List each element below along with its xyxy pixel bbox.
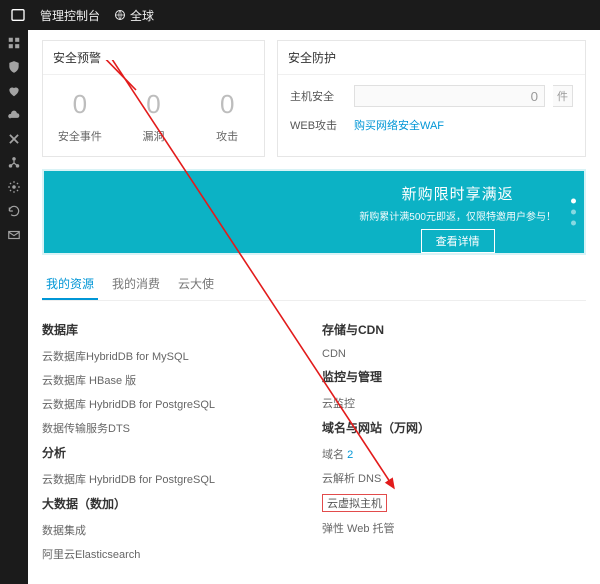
buy-waf-link[interactable]: 购买网络安全WAF <box>354 117 444 133</box>
web-attack-label: WEB攻击 <box>290 117 346 133</box>
list-item-cloud-vhost[interactable]: 云虚拟主机 <box>322 494 586 512</box>
alert-label: 安全事件 <box>43 128 117 144</box>
promo-banner: 新购限时享满返 新购累计满500元即返，仅限特邀用户参与！ 查看详情 <box>42 169 586 255</box>
host-label: 主机安全 <box>290 88 346 104</box>
globe-icon <box>114 9 126 21</box>
main: 安全预警 0 安全事件 0 漏洞 0 攻击 <box>28 30 600 584</box>
alert-col-vuln[interactable]: 0 漏洞 <box>117 75 191 156</box>
tab-cloud-ambassador[interactable]: 云大使 <box>174 269 218 300</box>
console-link[interactable]: 管理控制台 <box>40 7 100 24</box>
rail-cloud-icon[interactable] <box>7 108 21 122</box>
list-item[interactable]: 弹性 Web 托管 <box>322 520 586 536</box>
promo-details-button[interactable]: 查看详情 <box>421 229 495 253</box>
promo-dot-1[interactable] <box>571 199 576 204</box>
host-security-row: 主机安全 件 <box>290 85 573 107</box>
rail-refresh-icon[interactable] <box>7 204 21 218</box>
rail-grid-icon[interactable] <box>7 36 21 50</box>
reshead-bigdata: 大数据（数加） <box>42 495 306 512</box>
tabs: 我的资源 我的消费 云大使 <box>42 269 586 301</box>
region-label: 全球 <box>130 7 154 24</box>
reshead-database: 数据库 <box>42 321 306 338</box>
rail-mail-icon[interactable] <box>7 228 21 242</box>
reshead-domain-website: 域名与网站（万网） <box>322 419 586 436</box>
alert-col-attack[interactable]: 0 攻击 <box>190 75 264 156</box>
list-item[interactable]: CDN <box>322 348 586 360</box>
list-item[interactable]: 数据传输服务DTS <box>42 420 306 436</box>
item-badge: 2 <box>347 449 353 461</box>
alert-label: 攻击 <box>190 128 264 144</box>
promo-title: 新购限时享满返 <box>359 183 556 204</box>
resources: 数据库 云数据库HybridDB for MySQL 云数据库 HBase 版 … <box>42 317 586 570</box>
security-alert-body: 0 安全事件 0 漏洞 0 攻击 <box>43 75 264 156</box>
list-item[interactable]: 云数据库HybridDB for MySQL <box>42 348 306 364</box>
alert-value: 0 <box>190 89 264 120</box>
list-item[interactable]: 数据集成 <box>42 522 306 538</box>
security-alert-card: 安全预警 0 安全事件 0 漏洞 0 攻击 <box>42 40 265 157</box>
web-attack-row: WEB攻击 购买网络安全WAF <box>290 117 573 133</box>
topbar: 管理控制台 全球 <box>0 0 600 30</box>
rail-tree-icon[interactable] <box>7 156 21 170</box>
item-text: 云虚拟主机 <box>322 494 387 512</box>
tab-my-resources[interactable]: 我的资源 <box>42 269 98 300</box>
promo-dot-2[interactable] <box>571 210 576 215</box>
alert-label: 漏洞 <box>117 128 191 144</box>
host-unit: 件 <box>553 85 573 107</box>
region-selector[interactable]: 全球 <box>114 7 154 24</box>
alert-value: 0 <box>43 89 117 120</box>
list-item-domain[interactable]: 域名 2 <box>322 446 586 462</box>
security-protect-title: 安全防护 <box>278 41 585 75</box>
alert-value: 0 <box>117 89 191 120</box>
reshead-monitor: 监控与管理 <box>322 368 586 385</box>
reshead-storage-cdn: 存储与CDN <box>322 321 586 338</box>
rail-heart-icon[interactable] <box>7 84 21 98</box>
list-item[interactable]: 云数据库 HybridDB for PostgreSQL <box>42 396 306 412</box>
promo-pagination[interactable] <box>571 199 576 226</box>
list-item[interactable]: 云数据库 HybridDB for PostgreSQL <box>42 471 306 487</box>
left-rail <box>0 30 28 584</box>
tab-my-spending[interactable]: 我的消费 <box>108 269 164 300</box>
item-text: 域名 <box>322 449 344 461</box>
rail-shield-icon[interactable] <box>7 60 21 74</box>
rail-gear-icon[interactable] <box>7 180 21 194</box>
security-protect-card: 安全防护 主机安全 件 WEB攻击 购买网络安全WAF <box>277 40 586 157</box>
reshead-analysis: 分析 <box>42 444 306 461</box>
list-item[interactable]: 阿里云Elasticsearch <box>42 546 306 562</box>
security-alert-title: 安全预警 <box>43 41 264 75</box>
list-item[interactable]: 云监控 <box>322 395 586 411</box>
resources-left-col: 数据库 云数据库HybridDB for MySQL 云数据库 HBase 版 … <box>42 317 306 570</box>
list-item[interactable]: 云解析 DNS <box>322 470 586 486</box>
rail-cross-icon[interactable] <box>7 132 21 146</box>
list-item[interactable]: 云数据库 HBase 版 <box>42 372 306 388</box>
resources-right-col: 存储与CDN CDN 监控与管理 云监控 域名与网站（万网） 域名 2 云解析 … <box>322 317 586 570</box>
promo-sub: 新购累计满500元即返，仅限特邀用户参与！ <box>359 208 556 223</box>
host-security-input[interactable] <box>354 85 545 107</box>
alert-col-events[interactable]: 0 安全事件 <box>43 75 117 156</box>
logo-icon <box>10 7 26 23</box>
promo-dot-3[interactable] <box>571 221 576 226</box>
